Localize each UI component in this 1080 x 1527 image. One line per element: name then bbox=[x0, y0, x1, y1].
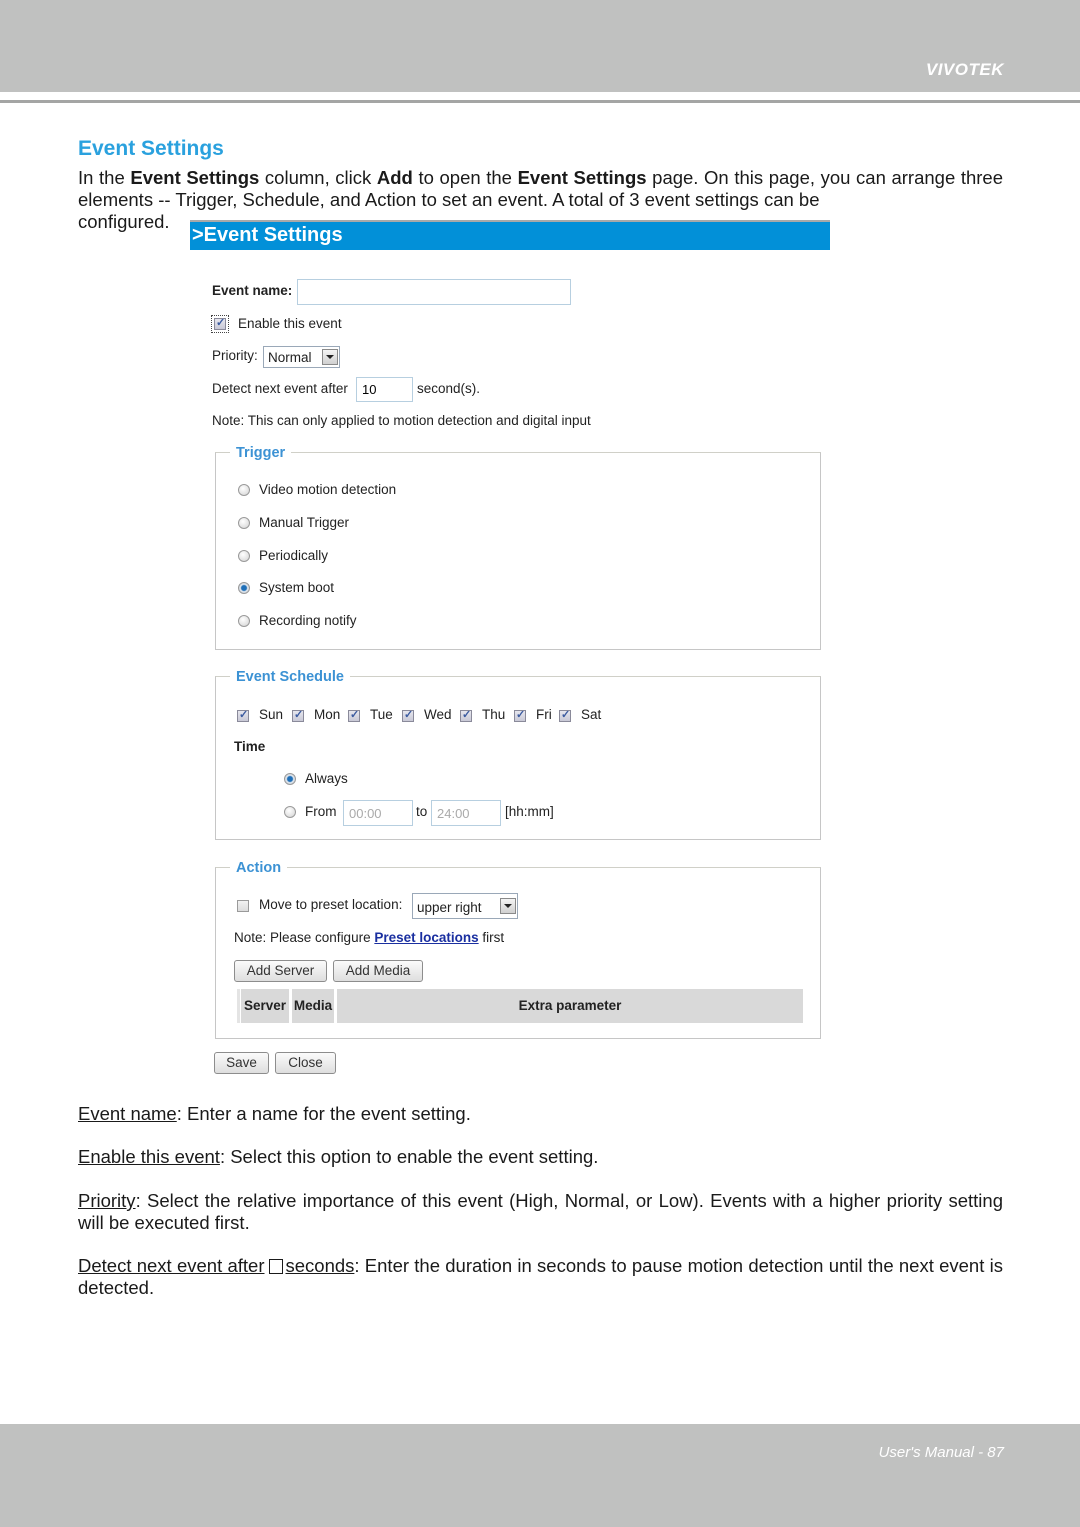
enable-event-label: Enable this event bbox=[238, 316, 342, 331]
enable-event-checkbox[interactable] bbox=[211, 315, 229, 333]
intro-tail: configured. bbox=[78, 211, 170, 232]
trigger-option-label: Recording notify bbox=[259, 613, 357, 628]
time-format-label: [hh:mm] bbox=[505, 804, 554, 819]
time-always-label: Always bbox=[305, 771, 348, 786]
time-to-label: to bbox=[416, 804, 428, 819]
time-label: Time bbox=[234, 739, 266, 754]
description-term: Enable this event bbox=[78, 1146, 220, 1167]
description-text: : Enter a name for the event setting. bbox=[176, 1103, 471, 1124]
day-label: Wed bbox=[424, 707, 452, 722]
priority-select[interactable]: Normal bbox=[263, 346, 340, 368]
preset-note: Note: Please configure Preset locations … bbox=[234, 930, 504, 945]
chevron-down-icon bbox=[500, 898, 516, 914]
action-table-header: Server Media Extra parameter bbox=[237, 989, 803, 1023]
preset-location-value: upper right bbox=[417, 900, 482, 915]
time-from-label: From bbox=[305, 804, 337, 819]
day-checkbox-mon[interactable] bbox=[292, 708, 304, 722]
chevron-down-icon bbox=[322, 349, 338, 365]
trigger-option-label: Manual Trigger bbox=[259, 515, 350, 530]
priority-label: Priority: bbox=[212, 348, 258, 363]
day-label: Tue bbox=[370, 707, 393, 722]
column-header-extra-parameter: Extra parameter bbox=[337, 989, 803, 1023]
day-checkbox-thu[interactable] bbox=[460, 708, 472, 722]
trigger-option-label: Video motion detection bbox=[259, 482, 397, 497]
intro-paragraph: In the Event Settings column, click Add … bbox=[78, 167, 1003, 211]
trigger-radio-system-boot[interactable] bbox=[238, 582, 250, 594]
save-button[interactable]: Save bbox=[214, 1052, 269, 1074]
intro-text: column, click bbox=[259, 167, 377, 188]
description-event-name: Event name: Enter a name for the event s… bbox=[78, 1103, 1003, 1125]
time-always-radio[interactable] bbox=[284, 773, 296, 785]
column-header-media: Media bbox=[292, 989, 334, 1023]
day-checkbox-fri[interactable] bbox=[514, 708, 526, 722]
trigger-radio-video-motion[interactable] bbox=[238, 484, 250, 496]
input-box-icon bbox=[268, 1259, 283, 1274]
header-divider bbox=[0, 100, 1080, 103]
day-checkbox-sun[interactable] bbox=[237, 708, 249, 722]
time-from-radio[interactable] bbox=[284, 806, 296, 818]
add-server-button[interactable]: Add Server bbox=[234, 960, 327, 982]
schedule-legend: Event Schedule bbox=[230, 669, 350, 685]
description-text: : Select this option to enable the event… bbox=[219, 1146, 599, 1167]
event-name-input[interactable] bbox=[297, 279, 571, 305]
close-button[interactable]: Close bbox=[275, 1052, 336, 1074]
trigger-option-label: System boot bbox=[259, 580, 335, 595]
detect-unit-label: second(s). bbox=[417, 381, 481, 396]
intro-bold: Add bbox=[376, 167, 413, 188]
intro-bold: Event Settings bbox=[517, 167, 647, 188]
intro-text: to open the bbox=[412, 167, 518, 188]
preset-location-label: Move to preset location: bbox=[259, 897, 403, 912]
detect-seconds-input[interactable] bbox=[356, 377, 413, 402]
time-to-input[interactable] bbox=[431, 800, 501, 826]
description-enable-event: Enable this event: Select this option to… bbox=[78, 1146, 1003, 1168]
trigger-radio-periodically[interactable] bbox=[238, 550, 250, 562]
intro-text: In the bbox=[78, 167, 131, 188]
description-term: Priority bbox=[78, 1190, 136, 1211]
motion-note: Note: This can only applied to motion de… bbox=[212, 413, 591, 428]
screenshot-title-bar: >Event Settings bbox=[190, 220, 830, 250]
page-header: VIVOTEK bbox=[0, 0, 1080, 92]
preset-note-suffix: first bbox=[478, 930, 505, 945]
add-media-button[interactable]: Add Media bbox=[333, 960, 423, 982]
preset-location-select[interactable]: upper right bbox=[412, 893, 518, 919]
screenshot-title: >Event Settings bbox=[192, 224, 343, 246]
trigger-radio-recording-notify[interactable] bbox=[238, 615, 250, 627]
description-term: Detect next event after seconds bbox=[78, 1255, 354, 1276]
time-from-input[interactable] bbox=[343, 800, 413, 826]
trigger-radio-manual[interactable] bbox=[238, 517, 250, 529]
trigger-option-label: Periodically bbox=[259, 548, 329, 563]
preset-location-checkbox[interactable] bbox=[237, 900, 249, 912]
description-priority: Priority: Select the relative importance… bbox=[78, 1190, 1003, 1234]
description-term: Event name bbox=[78, 1103, 177, 1124]
description-term-a: Detect next event after bbox=[78, 1255, 265, 1276]
day-checkbox-tue[interactable] bbox=[348, 708, 360, 722]
page-footer: User's Manual - 87 bbox=[0, 1424, 1080, 1527]
event-name-label: Event name: bbox=[212, 283, 293, 298]
description-text: : Select the relative importance of this… bbox=[78, 1190, 1003, 1233]
day-checkbox-wed[interactable] bbox=[402, 708, 414, 722]
page-number-label: User's Manual - 87 bbox=[878, 1444, 1004, 1461]
action-legend: Action bbox=[230, 860, 288, 876]
column-header-server: Server bbox=[241, 989, 289, 1023]
day-label: Thu bbox=[482, 707, 506, 722]
preset-locations-link[interactable]: Preset locations bbox=[374, 930, 478, 945]
detect-next-label: Detect next event after bbox=[212, 381, 348, 396]
day-label: Sat bbox=[581, 707, 602, 722]
day-label: Sun bbox=[259, 707, 284, 722]
intro-bold: Event Settings bbox=[130, 167, 260, 188]
day-label: Mon bbox=[314, 707, 341, 722]
section-title: Event Settings bbox=[78, 137, 224, 160]
priority-value: Normal bbox=[268, 350, 312, 365]
description-term-b: seconds bbox=[285, 1255, 355, 1276]
brand-logo: VIVOTEK bbox=[925, 60, 1004, 79]
description-detect-next: Detect next event after seconds: Enter th… bbox=[78, 1255, 1003, 1299]
trigger-legend: Trigger bbox=[230, 445, 292, 461]
day-checkbox-sat[interactable] bbox=[559, 708, 571, 722]
preset-note-prefix: Note: Please configure bbox=[234, 930, 375, 945]
day-label: Fri bbox=[536, 707, 552, 722]
